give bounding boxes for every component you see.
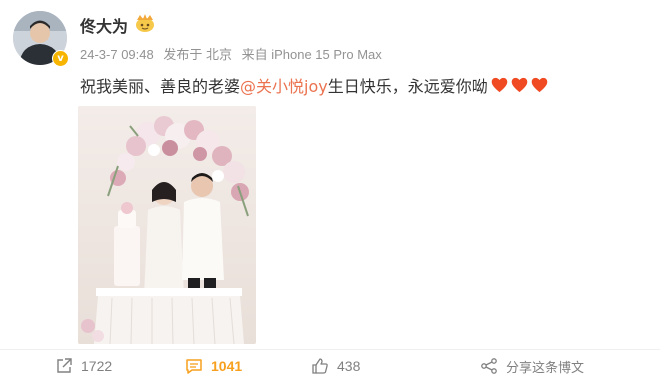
like-button[interactable]: 438 bbox=[311, 356, 360, 376]
author-name[interactable]: 佟大为 bbox=[80, 13, 128, 37]
comment-count: 1041 bbox=[211, 358, 243, 374]
heart-emoji-icon bbox=[491, 77, 508, 93]
post-date[interactable]: 24-3-7 09:48 bbox=[80, 47, 154, 62]
mention-link[interactable]: @关小悦joy bbox=[240, 73, 328, 97]
share-label: 分享这条博文 bbox=[506, 359, 585, 375]
repost-count: 1722 bbox=[81, 358, 113, 374]
action-bar-divider bbox=[0, 349, 660, 350]
post-device: 来自 iPhone 15 Pro Max bbox=[241, 47, 382, 62]
comment-button[interactable]: 1041 bbox=[185, 356, 242, 376]
crown-icon bbox=[136, 14, 154, 32]
heart-emoji-icon bbox=[511, 77, 528, 93]
like-count: 438 bbox=[337, 358, 361, 374]
post-text-rest: 生日快乐，永远爱你呦 bbox=[327, 77, 488, 96]
post-location: 发布于 北京 bbox=[163, 47, 232, 62]
share-button[interactable]: 分享这条博文 bbox=[480, 356, 584, 376]
heart-emoji-icon bbox=[531, 77, 548, 93]
post-text: 祝我美丽、善良的老婆 @关小悦joy 生日快乐，永远爱你呦 bbox=[80, 73, 548, 97]
post-photo[interactable] bbox=[78, 106, 256, 344]
share-icon bbox=[481, 358, 497, 374]
wedding-photo-image bbox=[78, 106, 256, 344]
repost-button[interactable]: 1722 bbox=[55, 356, 112, 376]
verified-badge-icon: v bbox=[52, 50, 69, 67]
comment-icon bbox=[186, 359, 202, 374]
repost-icon bbox=[57, 358, 72, 373]
post-text-main: 祝我美丽、善良的老婆 bbox=[80, 77, 241, 96]
thumbs-up-icon bbox=[312, 358, 328, 374]
post-meta: 24-3-7 09:48 发布于 北京 来自 iPhone 15 Pro Max bbox=[80, 44, 388, 63]
